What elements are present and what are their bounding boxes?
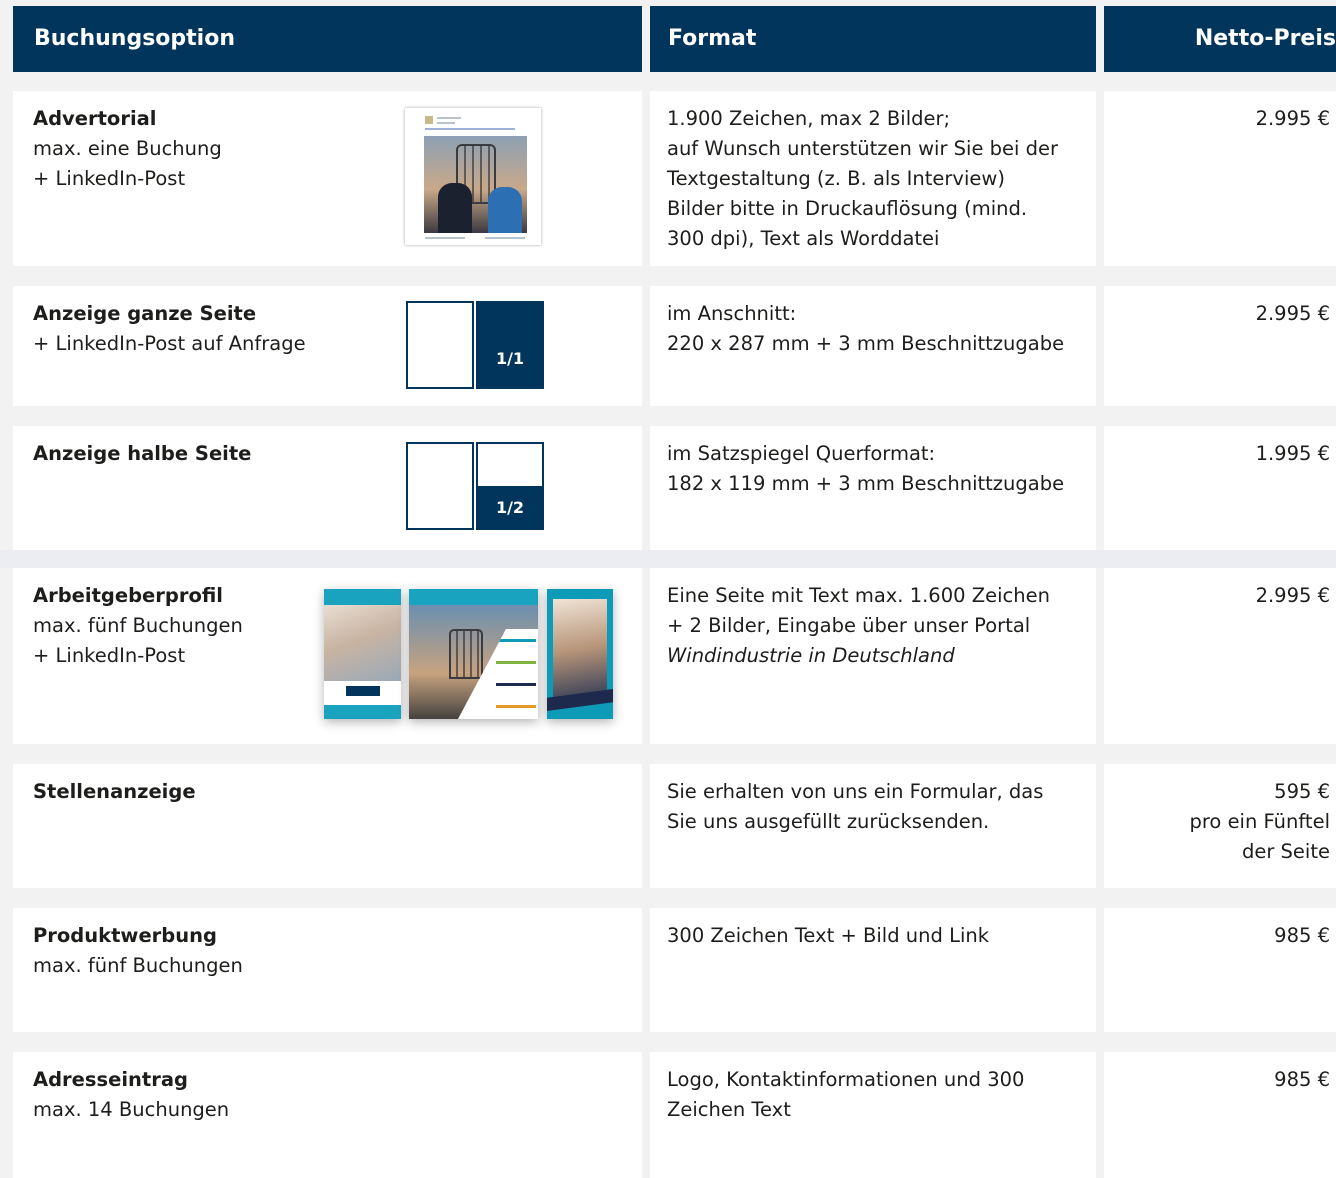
format-line: Zeichen Text [667,1098,791,1121]
format-line: Sie uns ausgefüllt zurücksenden. [667,810,990,833]
section-band [0,550,1336,568]
row-product-ad-option: Produktwerbung max. fünf Buchungen [13,908,642,1032]
price-table: Buchungsoption Format Netto-Preis Advert… [0,0,1336,1178]
format-line: 182 x 119 mm + 3 mm Beschnittzugabe [667,472,1065,495]
price-value: 1.995 € [1255,442,1330,465]
employer-profile-thumbnail-3 [547,589,613,719]
format-line: Textgestaltung (z. B. als Interview) [667,167,1005,190]
format-line: im Anschnitt: [667,302,797,325]
row-address-entry-price: 985 € [1104,1052,1336,1178]
row-half-page-format: im Satzspiegel Querformat: 182 x 119 mm … [650,426,1096,550]
price-value: 985 € [1274,924,1330,947]
full-page-left-icon [406,301,474,389]
price-value: 985 € [1274,1068,1330,1091]
format-line: 300 Zeichen Text + Bild und Link [667,924,990,947]
format-line: Logo, Kontaktinformationen und 300 [667,1068,1025,1091]
employer-profile-thumbnail-2 [409,589,538,719]
half-page-left-icon [406,442,474,530]
price-value: 595 € [1274,780,1330,803]
option-line: max. 14 Buchungen [33,1098,230,1121]
header-format: Format [650,6,1096,72]
price-note: der Seite [1241,840,1330,863]
format-line: 300 dpi), Text als Worddatei [667,227,940,250]
row-job-ad-price: 595 € pro ein Fünftel der Seite [1104,764,1336,888]
row-employer-profile-price: 2.995 € [1104,568,1336,744]
option-title: Stellenanzeige [33,780,196,803]
option-line: max. fünf Buchungen [33,954,243,977]
row-advertorial-option: Advertorial max. eine Buchung + LinkedIn… [13,91,642,266]
format-line: 1.900 Zeichen, max 2 Bilder; [667,107,951,130]
row-advertorial-price: 2.995 € [1104,91,1336,266]
price-note: pro ein Fünftel [1189,810,1330,833]
row-employer-profile-format: Eine Seite mit Text max. 1.600 Zeichen +… [650,568,1096,744]
format-line: 220 x 287 mm + 3 mm Beschnittzugabe [667,332,1065,355]
row-product-ad-price: 985 € [1104,908,1336,1032]
row-address-entry-format: Logo, Kontaktinformationen und 300 Zeich… [650,1052,1096,1178]
format-line: Sie erhalten von uns ein Formular, das [667,780,1044,803]
row-full-page-price: 2.995 € [1104,286,1336,406]
price-value: 2.995 € [1255,302,1330,325]
advertorial-thumbnail-image [405,108,541,245]
row-full-page-option: Anzeige ganze Seite + LinkedIn-Post auf … [13,286,642,406]
price-value: 2.995 € [1255,107,1330,130]
format-line: im Satzspiegel Querformat: [667,442,936,465]
row-half-page-price: 1.995 € [1104,426,1336,550]
full-page-size-icon: 1/1 [476,301,544,389]
row-advertorial-format: 1.900 Zeichen, max 2 Bilder; auf Wunsch … [650,91,1096,266]
row-address-entry-option: Adresseintrag max. 14 Buchungen [13,1052,642,1178]
option-title: Produktwerbung [33,924,217,947]
row-job-ad-format: Sie erhalten von uns ein Formular, das S… [650,764,1096,888]
row-job-ad-option: Stellenanzeige [13,764,642,888]
format-line-italic: Windindustrie in Deutschland [667,644,955,667]
header-booking-option: Buchungsoption [13,6,642,72]
row-full-page-format: im Anschnitt: 220 x 287 mm + 3 mm Beschn… [650,286,1096,406]
format-line: Eine Seite mit Text max. 1.600 Zeichen [667,584,1050,607]
row-product-ad-format: 300 Zeichen Text + Bild und Link [650,908,1096,1032]
format-line: + 2 Bilder, Eingabe über unser Portal [667,614,1031,637]
employer-profile-thumbnail-1 [324,589,401,719]
row-half-page-option: Anzeige halbe Seite [13,426,642,550]
price-value: 2.995 € [1255,584,1330,607]
option-title: Adresseintrag [33,1068,188,1091]
format-line: auf Wunsch unterstützen wir Sie bei der [667,137,1059,160]
half-page-size-icon: 1/2 [476,442,544,530]
header-net-price: Netto-Preis [1104,6,1336,72]
format-line: Bilder bitte in Druckauflösung (mind. [667,197,1028,220]
